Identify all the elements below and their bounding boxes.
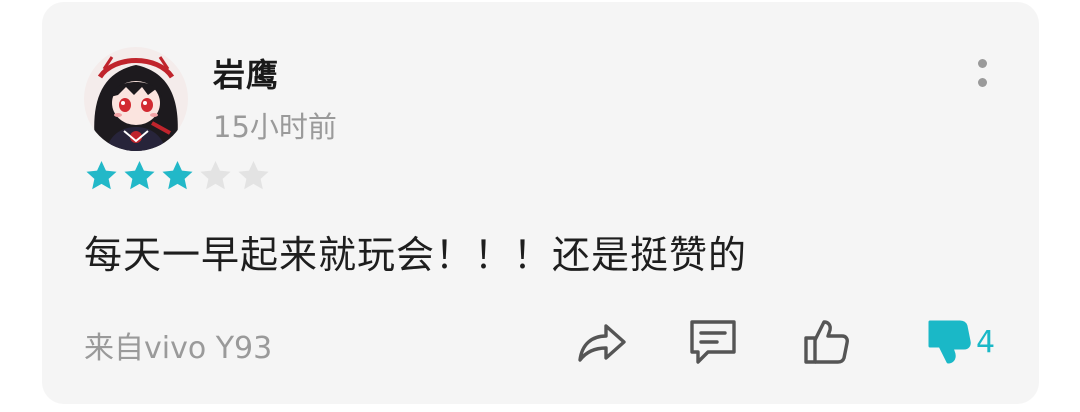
star-icon — [162, 160, 193, 190]
more-vertical-icon[interactable] — [962, 52, 1002, 96]
star-empty-icon — [200, 160, 231, 190]
star-empty-icon — [238, 160, 269, 190]
thumbs-up-icon[interactable] — [800, 316, 856, 368]
device-label: 来自vivo Y93 — [84, 331, 273, 366]
username[interactable]: 岩鹰 — [213, 50, 279, 96]
avatar[interactable] — [84, 47, 188, 151]
timestamp: 15小时前 — [213, 110, 337, 144]
rating-stars — [82, 157, 272, 197]
star-icon — [86, 160, 117, 190]
star-icon — [124, 160, 155, 190]
thumbs-down-icon — [928, 320, 971, 364]
dislike-count: 4 — [976, 324, 996, 360]
review-text: 每天一早起来就玩会！！！还是挺赞的 — [84, 233, 748, 277]
dislike-button[interactable]: 4 — [926, 316, 995, 368]
share-icon[interactable] — [574, 316, 630, 368]
comment-icon[interactable] — [686, 316, 742, 368]
